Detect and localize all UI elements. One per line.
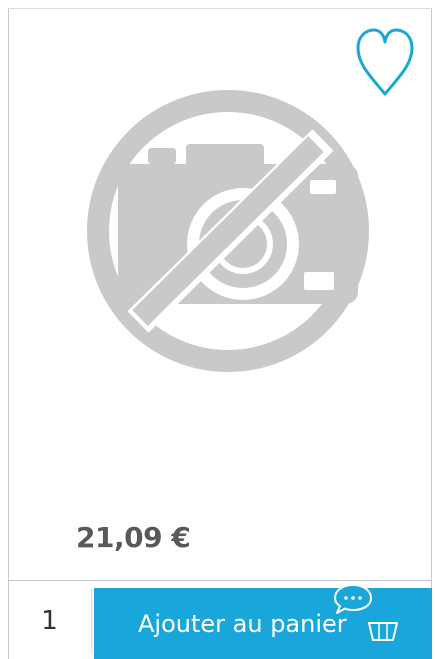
basket-icon — [366, 611, 400, 643]
add-to-cart-label: Ajouter au panier — [138, 609, 347, 638]
chat-bubble-icon[interactable] — [333, 583, 373, 615]
product-price: 21,09 € — [76, 521, 191, 554]
add-to-cart-button[interactable]: Ajouter au panier — [94, 588, 432, 659]
divider — [8, 580, 432, 581]
quantity-field[interactable]: 1 — [8, 588, 92, 654]
no-image-camera-icon — [78, 86, 378, 376]
